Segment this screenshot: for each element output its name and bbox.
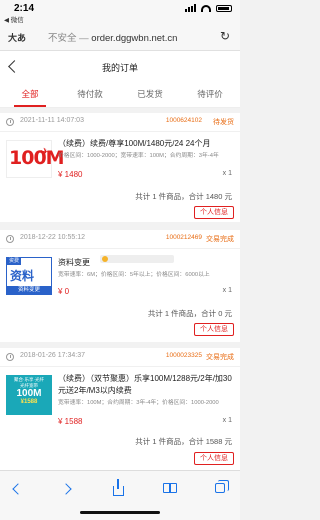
personal-info-button[interactable]: 个人信息 [194, 323, 234, 336]
status-time: 2:14 [14, 3, 35, 14]
product-quantity: x 1 [222, 287, 232, 294]
translate-icon[interactable]: 大あ [8, 31, 26, 44]
order-card: 2021-11-11 14:07:03 1000624102 待发货 100M … [0, 113, 240, 222]
tab-pending-payment[interactable]: 待付款 [60, 83, 120, 107]
product-image[interactable]: 资费 资料 资料变更 [6, 257, 52, 295]
order-date: 2018-12-22 10:55:12 [20, 234, 85, 241]
status-indicators [185, 4, 232, 12]
product-image-text: 100M [9, 147, 65, 169]
order-status: 交易完成 [206, 236, 234, 243]
clock-icon [6, 353, 14, 361]
clock-icon [6, 235, 14, 243]
page-title: 我的订单 [101, 63, 138, 73]
plane-icon: ✈ [40, 147, 49, 158]
order-total: 共计 1 件商品，合计 1480 元 [135, 192, 232, 201]
order-status: 交易完成 [206, 354, 234, 361]
order-tabs: 全部 待付款 已发货 待评价 [0, 83, 240, 108]
tab-all[interactable]: 全部 [0, 83, 60, 107]
order-status: 待发货 [213, 119, 234, 126]
product-price: ¥ 1588 [58, 417, 83, 426]
product-image-speed: 100M [16, 388, 42, 399]
url-host: order.dggwbn.net.cn [91, 33, 178, 44]
home-indicator [80, 511, 160, 514]
order-number: 1000212469 [165, 234, 202, 241]
product-title[interactable]: （续费）续费/尊享100M/1480元/24 24个月 [58, 138, 234, 150]
product-quantity: x 1 [222, 417, 232, 424]
order-total: 共计 1 件商品，合计 1588 元 [135, 437, 232, 446]
personal-info-button[interactable]: 个人信息 [194, 452, 234, 465]
product-spec: 宽带速率：100M；合约周期：3年-4年；价格区间：1000-2000 [58, 400, 219, 406]
order-total: 共计 1 件商品，合计 0 元 [147, 309, 232, 318]
order-number: 1000624102 [165, 117, 202, 124]
product-image-line1: 聚合·乐享·光纤 [14, 377, 44, 382]
reload-icon[interactable]: ↻ [220, 29, 230, 43]
product-image[interactable]: 100M ✈ [6, 140, 65, 178]
order-date: 2018-01-26 17:34:37 [20, 352, 85, 359]
browser-back-icon[interactable] [8, 479, 28, 497]
order-number: 1000023325 [165, 352, 202, 359]
bookmarks-icon[interactable] [160, 479, 180, 497]
order-date: 2021-11-11 14:07:03 [20, 117, 84, 124]
order-card: 2018-01-26 17:34:37 1000023325 交易完成 聚合·乐… [0, 348, 240, 470]
product-image-text: 资料 [10, 269, 35, 283]
page-header: 我的订单 [0, 51, 240, 83]
tab-shipped[interactable]: 已发货 [120, 83, 180, 107]
badge-dot-icon [102, 256, 108, 262]
product-spec: 价格区间：1000-2000；宽带速率：100M；合约周期：3年-4年 [58, 153, 219, 159]
product-price: ¥ 1480 [58, 170, 83, 179]
battery-icon [216, 4, 232, 12]
order-header: 2018-12-22 10:55:12 1000212469 交易完成 [0, 230, 240, 249]
clock-icon [6, 118, 14, 126]
product-image-subtitle: 资料变更 [7, 286, 51, 294]
wifi-icon [201, 4, 211, 12]
overlay-badge [100, 255, 174, 263]
product-title[interactable]: （续费）（双节聚惠）乐享100M/1288元/2年/加30元送2年/M3以内续费 [58, 373, 234, 397]
insecure-label: 不安全 — [48, 33, 92, 44]
address-bar[interactable]: 大あ 不安全 — order.dggwbn.net.cn ↻ [0, 24, 240, 51]
tab-pending-review[interactable]: 待评价 [180, 83, 240, 107]
product-image-tag: 资费 [7, 258, 22, 265]
product-quantity: x 1 [222, 170, 232, 177]
product-image[interactable]: 聚合·乐享·光纤 光纤宽带 100M ¥1588 [6, 375, 52, 415]
signal-icon [185, 4, 196, 12]
personal-info-button[interactable]: 个人信息 [194, 206, 234, 219]
order-card: 2018-12-22 10:55:12 1000212469 交易完成 资费 资… [0, 230, 240, 342]
product-spec: 宽带速率：6M；价格区间：5年以上；价格区间：6000以上 [58, 272, 210, 278]
order-header: 2021-11-11 14:07:03 1000624102 待发货 [0, 113, 240, 132]
share-icon[interactable] [108, 479, 128, 497]
status-bar: 2:14 ◀ 微信 [0, 0, 240, 24]
browser-forward-icon[interactable] [56, 479, 76, 497]
tabs-icon[interactable] [210, 479, 230, 497]
product-image-price: ¥1588 [20, 399, 38, 405]
product-price: ¥ 0 [58, 287, 70, 296]
back-to-app-link[interactable]: ◀ 微信 [4, 14, 24, 24]
order-header: 2018-01-26 17:34:37 1000023325 交易完成 [0, 348, 240, 367]
url-text[interactable]: 不安全 — order.dggwbn.net.cn [48, 30, 177, 44]
